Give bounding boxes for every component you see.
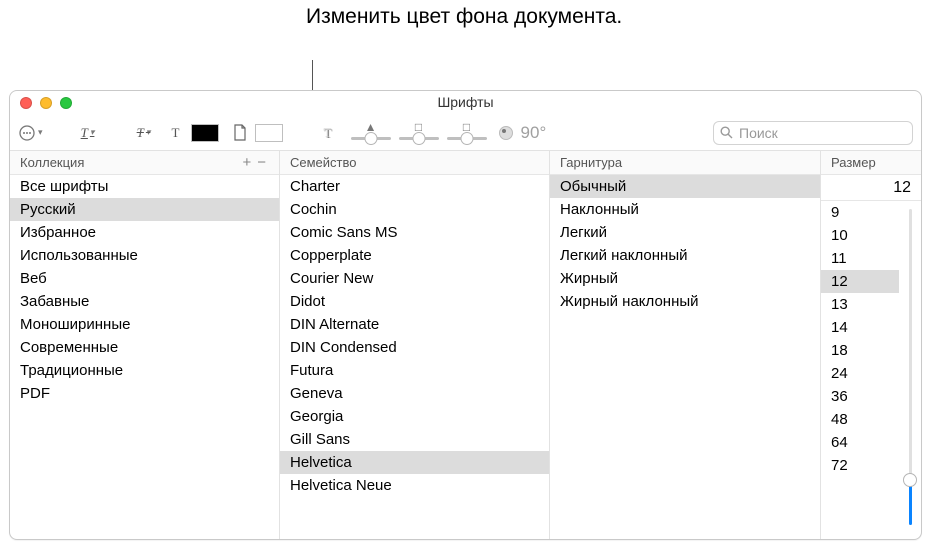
document-background-button[interactable] — [229, 122, 251, 144]
list-item[interactable]: Все шрифты — [10, 175, 279, 198]
zoom-window-button[interactable] — [60, 97, 72, 109]
shadow-blur-slider[interactable]: □ — [397, 122, 441, 144]
list-item[interactable]: 64 — [821, 431, 899, 454]
list-item[interactable]: Моноширинные — [10, 313, 279, 336]
add-collection-button[interactable]: + — [239, 154, 254, 171]
callout-text: Изменить цвет фона документа. — [306, 4, 622, 30]
list-item[interactable]: 48 — [821, 408, 899, 431]
shadow-opacity-slider[interactable]: ▲ — [349, 122, 393, 144]
list-item[interactable]: Жирный — [550, 267, 820, 290]
list-item[interactable]: 18 — [821, 339, 899, 362]
minimize-window-button[interactable] — [40, 97, 52, 109]
list-item[interactable]: Georgia — [280, 405, 549, 428]
search-field[interactable]: Поиск — [713, 121, 913, 145]
shadow-offset-slider[interactable]: □ — [445, 122, 489, 144]
list-item[interactable]: Наклонный — [550, 198, 820, 221]
list-item[interactable]: Gill Sans — [280, 428, 549, 451]
list-item[interactable]: Жирный наклонный — [550, 290, 820, 313]
list-item[interactable]: Обычный — [550, 175, 820, 198]
list-item[interactable]: Забавные — [10, 290, 279, 313]
titlebar: Шрифты — [10, 91, 921, 115]
list-item[interactable]: Charter — [280, 175, 549, 198]
chevron-down-icon: ▾ — [38, 127, 43, 138]
traffic-lights — [20, 97, 72, 109]
collection-list[interactable]: Все шрифтыРусскийИзбранноеИспользованные… — [10, 175, 279, 539]
list-item[interactable]: 11 — [821, 247, 899, 270]
list-item[interactable]: Copperplate — [280, 244, 549, 267]
typeface-list[interactable]: ОбычныйНаклонныйЛегкийЛегкий наклонныйЖи… — [550, 175, 820, 539]
size-column: Размер 12 91011121314182436486472 — [821, 151, 921, 539]
text-color-button[interactable]: T — [165, 122, 187, 144]
chevron-down-icon: ▾ — [146, 127, 151, 138]
remove-collection-button[interactable]: − — [254, 154, 269, 171]
list-item[interactable]: 24 — [821, 362, 899, 385]
collection-column: Коллекция + − Все шрифтыРусскийИзбранное… — [10, 151, 280, 539]
text-shadow-button[interactable]: T — [317, 122, 339, 144]
font-columns: Коллекция + − Все шрифтыРусскийИзбранное… — [10, 151, 921, 539]
list-item[interactable]: Comic Sans MS — [280, 221, 549, 244]
list-item[interactable]: Легкий — [550, 221, 820, 244]
list-item[interactable]: Geneva — [280, 382, 549, 405]
list-item[interactable]: Helvetica — [280, 451, 549, 474]
close-window-button[interactable] — [20, 97, 32, 109]
list-item[interactable]: 14 — [821, 316, 899, 339]
list-item[interactable]: Cochin — [280, 198, 549, 221]
list-item[interactable]: Русский — [10, 198, 279, 221]
list-item[interactable]: Избранное — [10, 221, 279, 244]
text-color-swatch[interactable] — [191, 124, 219, 142]
list-item[interactable]: Легкий наклонный — [550, 244, 820, 267]
typeface-header: Гарнитура — [550, 151, 820, 175]
size-header: Размер — [821, 151, 921, 175]
toolbar: ▾ T▾ T▾ T T ▲ — [10, 115, 921, 151]
underline-button[interactable]: T▾ — [77, 122, 99, 144]
collection-header: Коллекция + − — [10, 151, 279, 175]
search-icon — [720, 126, 733, 139]
family-header: Семейство — [280, 151, 549, 175]
chevron-down-icon: ▾ — [90, 127, 95, 138]
shadow-angle-dial[interactable] — [499, 126, 513, 140]
list-item[interactable]: 36 — [821, 385, 899, 408]
family-list[interactable]: CharterCochinComic Sans MSCopperplateCou… — [280, 175, 549, 539]
list-item[interactable]: 72 — [821, 454, 899, 477]
search-placeholder: Поиск — [739, 125, 778, 141]
list-item[interactable]: 10 — [821, 224, 899, 247]
list-item[interactable]: Традиционные — [10, 359, 279, 382]
size-slider[interactable] — [902, 201, 918, 533]
window-title: Шрифты — [437, 94, 493, 110]
list-item[interactable]: Веб — [10, 267, 279, 290]
list-item[interactable]: Современные — [10, 336, 279, 359]
list-item[interactable]: Futura — [280, 359, 549, 382]
list-item[interactable]: DIN Alternate — [280, 313, 549, 336]
list-item[interactable]: Didot — [280, 290, 549, 313]
family-column: Семейство CharterCochinComic Sans MSCopp… — [280, 151, 550, 539]
shadow-angle-value: 90° — [521, 123, 547, 143]
fonts-window: Шрифты ▾ T▾ T▾ T T — [9, 90, 922, 540]
list-item[interactable]: Использованные — [10, 244, 279, 267]
size-list[interactable]: 91011121314182436486472 — [821, 201, 899, 539]
size-input[interactable]: 12 — [821, 175, 921, 201]
document-background-swatch[interactable] — [255, 124, 283, 142]
list-item[interactable]: 13 — [821, 293, 899, 316]
list-item[interactable]: Courier New — [280, 267, 549, 290]
list-item[interactable]: Helvetica Neue — [280, 474, 549, 497]
typeface-column: Гарнитура ОбычныйНаклонныйЛегкийЛегкий н… — [550, 151, 821, 539]
actions-menu-button[interactable]: ▾ — [18, 122, 43, 144]
list-item[interactable]: PDF — [10, 382, 279, 405]
strikethrough-button[interactable]: T▾ — [133, 122, 155, 144]
list-item[interactable]: 12 — [821, 270, 899, 293]
list-item[interactable]: 9 — [821, 201, 899, 224]
list-item[interactable]: DIN Condensed — [280, 336, 549, 359]
